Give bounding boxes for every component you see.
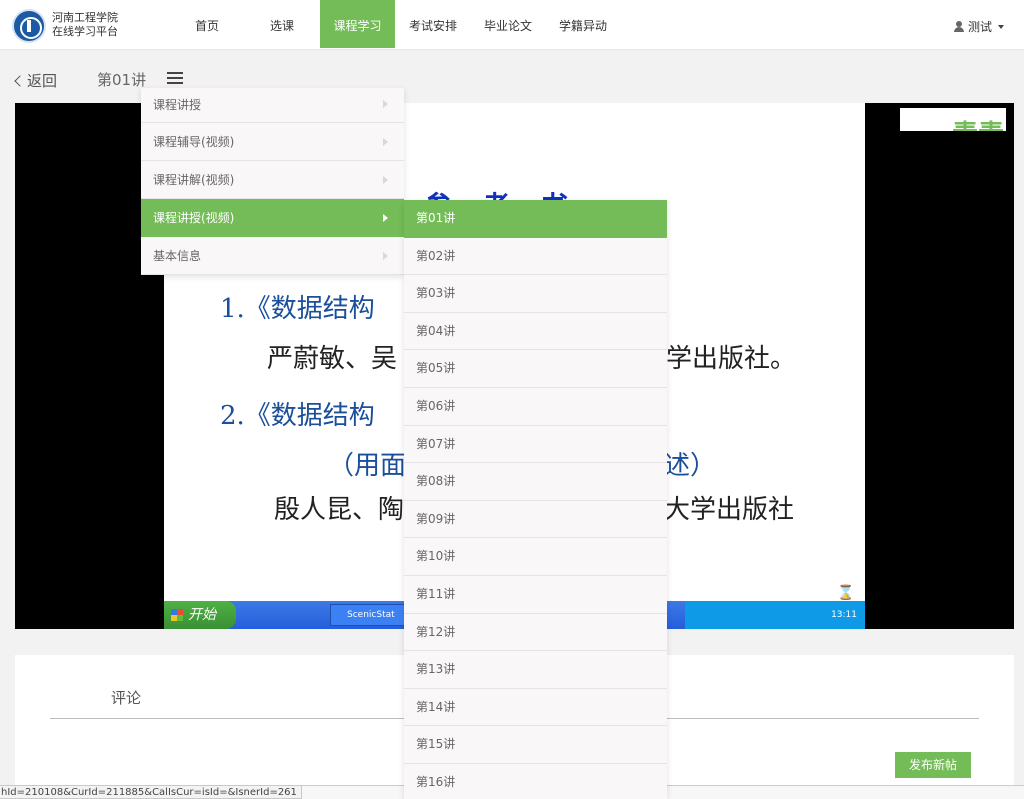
course-menu: 课程讲授 课程辅导(视频) 课程讲解(视频) 课程讲授(视频) 基本信息 bbox=[141, 88, 404, 275]
submenu-item-lecture[interactable]: 第07讲 bbox=[404, 426, 667, 464]
caret-down-icon bbox=[998, 24, 1004, 29]
chevron-right-icon bbox=[383, 138, 388, 146]
hamburger-menu-icon[interactable] bbox=[167, 72, 183, 84]
user-name: 测试 bbox=[967, 20, 992, 34]
menu-item-lecture-video[interactable]: 课程讲授(视频) bbox=[141, 199, 404, 237]
brand-line-2: 在线学习平台 bbox=[52, 25, 118, 38]
video-corner-overlay: 青青 bbox=[900, 108, 1006, 131]
menu-item-explanation-video[interactable]: 课程讲解(视频) bbox=[141, 161, 404, 199]
menu-item-basic-info[interactable]: 基本信息 bbox=[141, 237, 404, 275]
nav-item-course-select[interactable]: 选课 bbox=[259, 0, 305, 48]
submenu-item-lecture[interactable]: 第01讲 bbox=[404, 200, 667, 238]
user-icon bbox=[953, 21, 964, 32]
slide-line: 1.《数据结构 bbox=[220, 294, 375, 324]
top-navbar: 河南工程学院 在线学习平台 首页 选课 课程学习 考试安排 毕业论文 学籍异动 … bbox=[0, 0, 1024, 50]
slide-line: 严蔚敏、吴 bbox=[267, 344, 398, 374]
menu-item-label: 基本信息 bbox=[153, 249, 202, 263]
back-label: 返回 bbox=[27, 72, 58, 90]
slide-line: （用面 bbox=[328, 451, 407, 481]
nav-item-status-change[interactable]: 学籍异动 bbox=[554, 0, 612, 48]
submenu-item-lecture[interactable]: 第12讲 bbox=[404, 614, 667, 652]
slide-line: 殷人昆、陶 bbox=[274, 495, 405, 525]
submenu-item-lecture[interactable]: 第09讲 bbox=[404, 501, 667, 539]
menu-item-course-lecture[interactable]: 课程讲授 bbox=[141, 88, 404, 123]
submenu-item-lecture[interactable]: 第13讲 bbox=[404, 651, 667, 689]
slide-line: 学出版社。 bbox=[666, 344, 797, 374]
taskbar-clock: 13:11 bbox=[685, 601, 865, 629]
lecture-title: 第01讲 bbox=[97, 71, 147, 89]
status-url: hId=210108&CurId=211885&CalIsCur=isId=&I… bbox=[0, 785, 302, 799]
menu-item-label: 课程辅导(视频) bbox=[153, 135, 235, 149]
lecture-submenu: 第01讲 第02讲 第03讲 第04讲 第05讲 第06讲 第07讲 第08讲 … bbox=[404, 200, 667, 799]
submenu-item-lecture[interactable]: 第04讲 bbox=[404, 313, 667, 351]
submenu-item-lecture[interactable]: 第08讲 bbox=[404, 463, 667, 501]
menu-item-label: 课程讲授 bbox=[153, 98, 202, 112]
nav-item-home[interactable]: 首页 bbox=[184, 0, 230, 48]
brand-line-1: 河南工程学院 bbox=[52, 11, 118, 24]
submenu-item-lecture[interactable]: 第11讲 bbox=[404, 576, 667, 614]
submenu-item-lecture[interactable]: 第02讲 bbox=[404, 238, 667, 276]
chevron-right-icon bbox=[383, 100, 388, 108]
brand-text: 河南工程学院 在线学习平台 bbox=[52, 11, 118, 39]
submenu-item-lecture[interactable]: 第10讲 bbox=[404, 538, 667, 576]
slide-line: 大学出版社 bbox=[664, 495, 795, 525]
post-new-thread-button[interactable]: 发布新帖 bbox=[895, 752, 971, 778]
hourglass-icon: ⌛ bbox=[837, 585, 855, 601]
school-logo-icon bbox=[12, 9, 46, 43]
taskbar-task: ScenicStat bbox=[330, 604, 410, 626]
chevron-right-icon bbox=[383, 214, 388, 222]
user-menu[interactable]: 测试 bbox=[953, 18, 1004, 35]
slide-line: 述） bbox=[664, 451, 717, 481]
menu-item-label: 课程讲授(视频) bbox=[153, 211, 235, 225]
submenu-item-lecture[interactable]: 第16讲 bbox=[404, 764, 667, 799]
nav-item-exam-schedule[interactable]: 考试安排 bbox=[404, 0, 462, 48]
corner-text: 青青 bbox=[952, 114, 1004, 131]
menu-item-label: 课程讲解(视频) bbox=[153, 173, 235, 187]
submenu-item-lecture[interactable]: 第05讲 bbox=[404, 350, 667, 388]
nav-item-thesis[interactable]: 毕业论文 bbox=[479, 0, 537, 48]
chevron-right-icon bbox=[383, 252, 388, 260]
chevron-right-icon bbox=[383, 176, 388, 184]
nav-item-course-study[interactable]: 课程学习 bbox=[320, 0, 395, 48]
submenu-item-lecture[interactable]: 第14讲 bbox=[404, 689, 667, 727]
back-button[interactable]: 返回 bbox=[14, 70, 58, 91]
comment-label: 评论 bbox=[111, 689, 142, 707]
start-button-image: 开始 bbox=[164, 601, 236, 629]
slide-line: 2.《数据结构 bbox=[220, 401, 375, 431]
submenu-item-lecture[interactable]: 第06讲 bbox=[404, 388, 667, 426]
submenu-item-lecture[interactable]: 第03讲 bbox=[404, 275, 667, 313]
menu-item-tutoring-video[interactable]: 课程辅导(视频) bbox=[141, 123, 404, 161]
chevron-left-icon bbox=[14, 74, 26, 87]
submenu-item-lecture[interactable]: 第15讲 bbox=[404, 726, 667, 764]
